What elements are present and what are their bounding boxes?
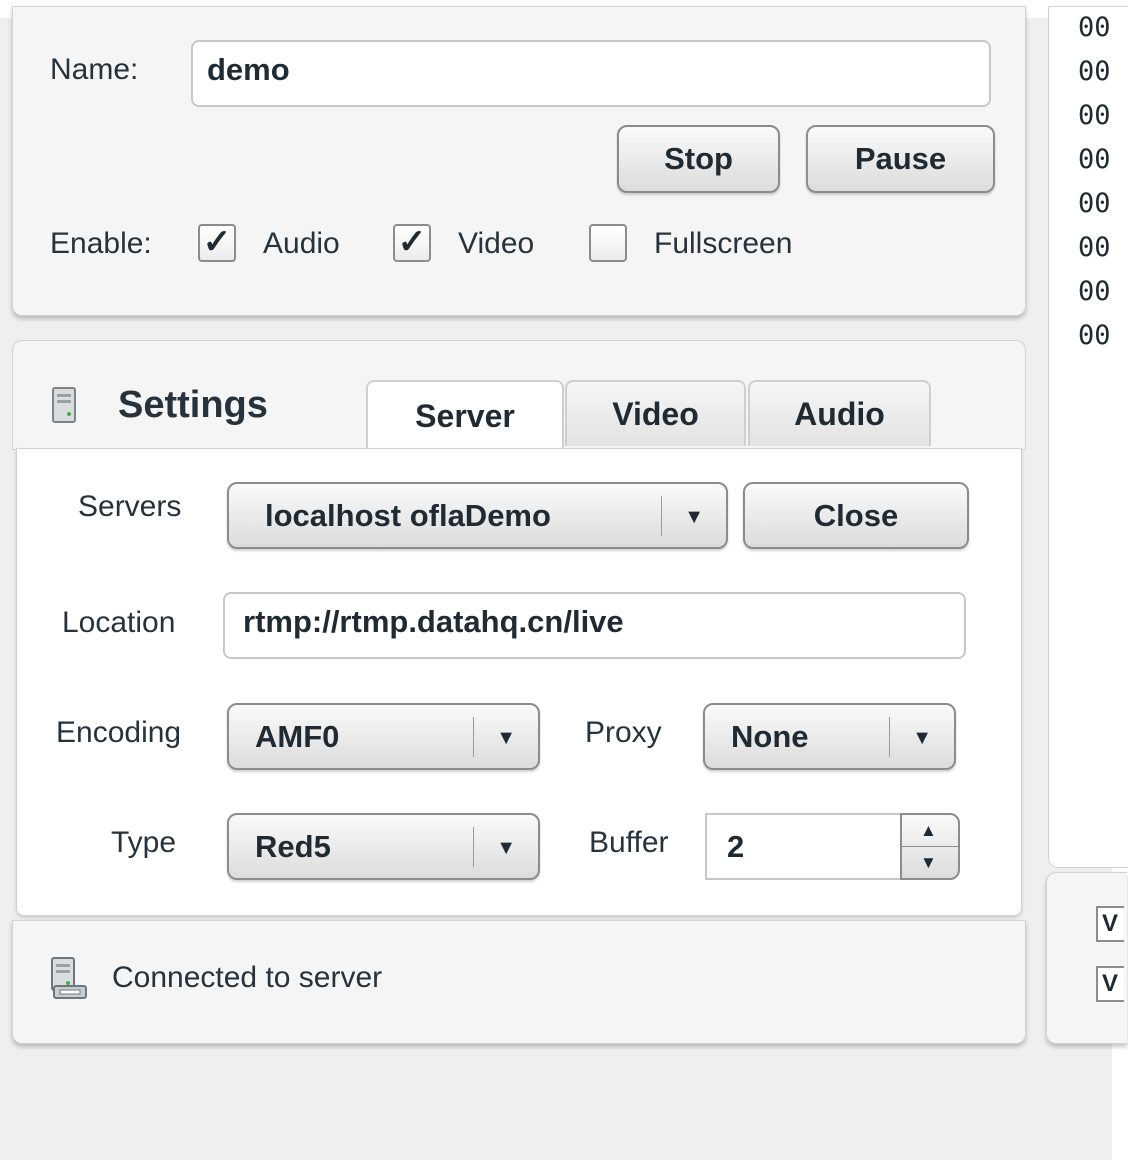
network-server-icon <box>51 957 87 999</box>
log-panel <box>1048 6 1128 868</box>
right-options-panel <box>1046 872 1127 1044</box>
tab-video[interactable]: Video <box>565 380 746 446</box>
servers-select[interactable]: localhost oflaDemo ▼ <box>227 482 728 549</box>
select-divider <box>661 496 662 536</box>
stop-button[interactable]: Stop <box>617 125 780 193</box>
chevron-down-icon: ▼ <box>684 506 704 528</box>
buffer-stepper[interactable]: ▲ ▼ <box>900 813 960 880</box>
select-divider <box>473 717 474 757</box>
type-label: Type <box>111 826 177 859</box>
chevron-down-icon: ▼ <box>496 837 516 859</box>
log-line: 00 <box>1078 100 1111 131</box>
close-button[interactable]: Close <box>743 482 969 549</box>
log-line: 00 <box>1078 56 1111 87</box>
proxy-select[interactable]: None ▼ <box>703 703 956 770</box>
buffer-input[interactable]: 2 <box>705 813 901 880</box>
chevron-down-icon: ▼ <box>912 727 932 749</box>
stream-name-input[interactable]: demo <box>191 40 991 107</box>
log-line: 00 <box>1078 188 1111 219</box>
select-divider <box>889 717 890 757</box>
select-divider <box>473 827 474 867</box>
connection-status-text: Connected to server <box>112 961 383 994</box>
server-icon <box>52 387 76 423</box>
audio-checkbox[interactable]: ✓ <box>198 224 236 262</box>
settings-title: Settings <box>118 384 268 426</box>
location-input[interactable]: rtmp://rtmp.datahq.cn/live <box>223 592 966 659</box>
video-checkbox[interactable]: ✓ <box>393 224 431 262</box>
stepper-down-icon[interactable]: ▼ <box>920 853 937 873</box>
servers-select-value: localhost oflaDemo <box>265 497 551 533</box>
type-select[interactable]: Red5 ▼ <box>227 813 540 880</box>
encoding-select-value: AMF0 <box>255 718 340 754</box>
right-checkbox[interactable]: V <box>1096 906 1124 942</box>
type-select-value: Red5 <box>255 828 331 864</box>
proxy-select-value: None <box>731 718 809 754</box>
chevron-down-icon: ▼ <box>496 727 516 749</box>
log-line: 00 <box>1078 320 1111 351</box>
name-label: Name: <box>50 53 139 86</box>
log-line: 00 <box>1078 12 1111 43</box>
stepper-up-icon[interactable]: ▲ <box>920 821 937 841</box>
location-label: Location <box>62 606 176 639</box>
enable-label: Enable: <box>50 227 152 260</box>
encoding-label: Encoding <box>56 716 182 749</box>
pause-button[interactable]: Pause <box>806 125 995 193</box>
fullscreen-checkbox[interactable] <box>589 224 627 262</box>
stepper-divider <box>902 846 958 847</box>
log-line: 00 <box>1078 144 1111 175</box>
proxy-label: Proxy <box>585 716 662 749</box>
log-line: 00 <box>1078 276 1111 307</box>
buffer-label: Buffer <box>589 826 669 859</box>
log-line: 00 <box>1078 232 1111 263</box>
right-checkbox[interactable]: V <box>1096 966 1124 1002</box>
servers-label: Servers <box>78 490 182 523</box>
fullscreen-checkbox-label: Fullscreen <box>654 227 793 260</box>
audio-checkbox-label: Audio <box>263 227 340 260</box>
tab-audio[interactable]: Audio <box>748 380 931 446</box>
tab-server[interactable]: Server <box>366 380 564 450</box>
encoding-select[interactable]: AMF0 ▼ <box>227 703 540 770</box>
video-checkbox-label: Video <box>458 227 535 260</box>
